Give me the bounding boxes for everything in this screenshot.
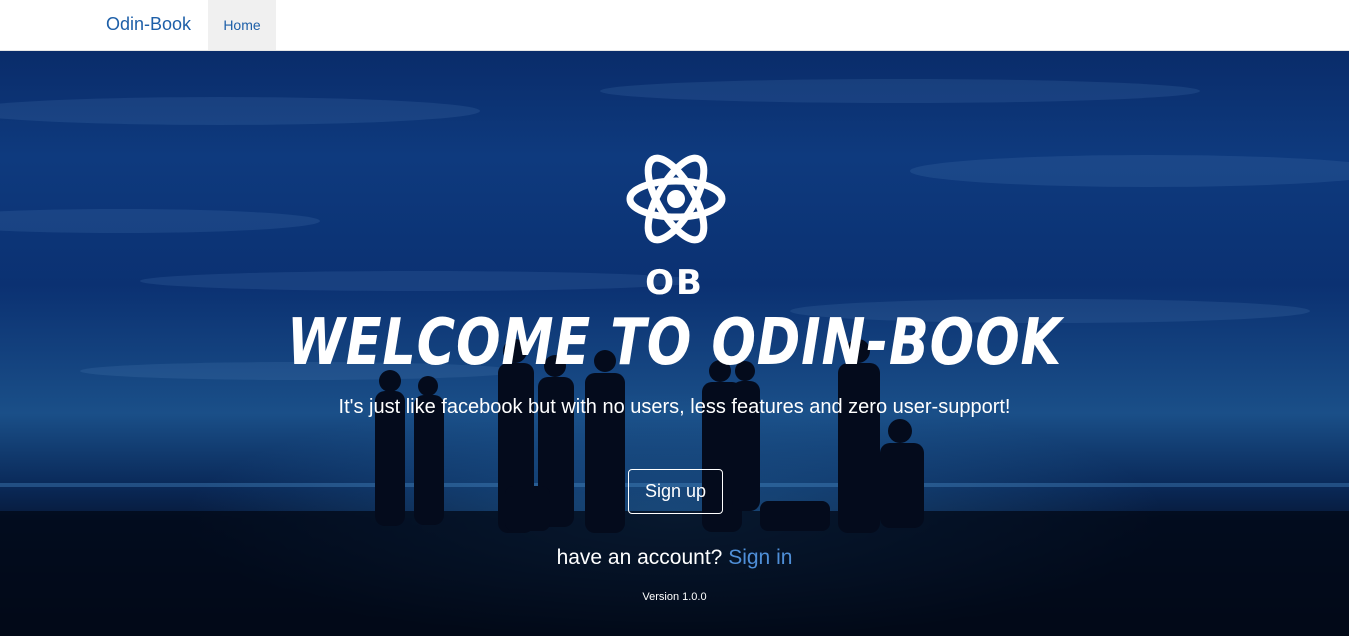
page-title: WELCOME TO ODIN-BOOK (286, 306, 1063, 380)
atom-icon (626, 154, 726, 244)
logo-text: OB (645, 263, 704, 303)
top-navbar: Odin-Book Home (0, 0, 1349, 51)
brand-link[interactable]: Odin-Book (106, 14, 191, 35)
hero-section: OB WELCOME TO ODIN-BOOK It's just like f… (0, 51, 1349, 636)
signup-button[interactable]: Sign up (628, 469, 723, 514)
account-prompt-text: have an account? (556, 546, 723, 569)
nav-home-link[interactable]: Home (208, 0, 276, 50)
version-text: Version 1.0.0 (642, 591, 707, 603)
account-prompt-line: have an account? Sign in (0, 546, 1349, 570)
signin-link[interactable]: Sign in (728, 546, 792, 569)
tagline: It's just like facebook but with no user… (338, 396, 1011, 418)
